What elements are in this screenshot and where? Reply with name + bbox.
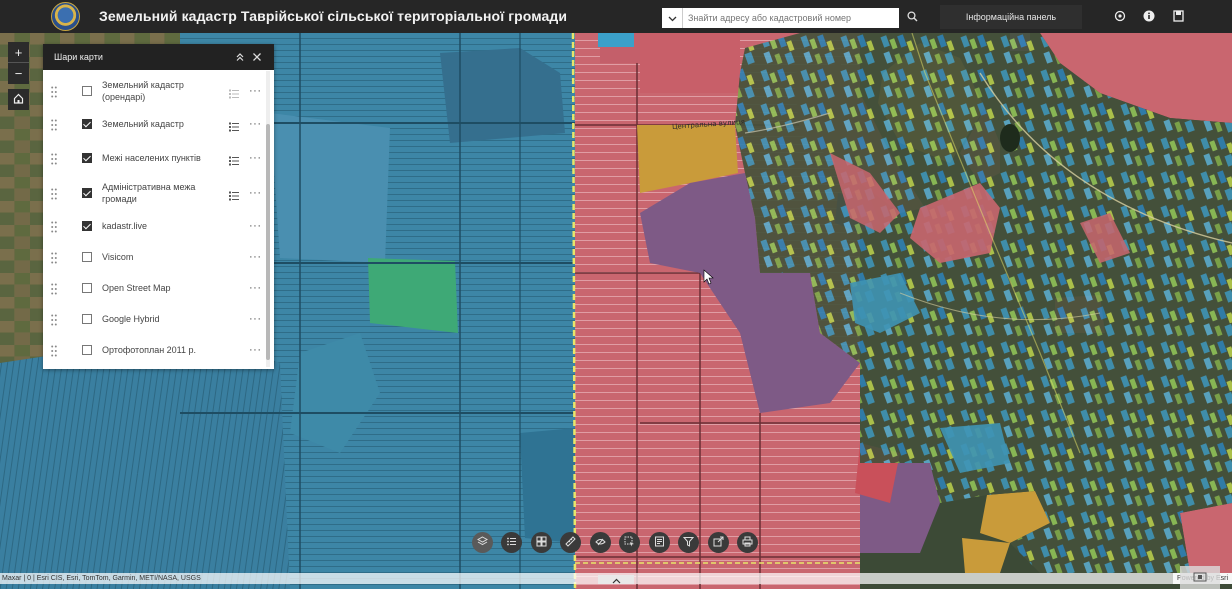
layer-name: Земельний кадастр <box>102 119 184 129</box>
app-window: Земельний кадастр Таврійської сільської … <box>0 0 1232 589</box>
layer-row[interactable]: Google Hybrid ··· <box>43 304 267 334</box>
layer-visibility-checkbox[interactable] <box>82 221 92 231</box>
overview-map-toggle[interactable] <box>1180 566 1220 589</box>
layer-row[interactable]: Земельний кадастр ··· <box>43 109 267 139</box>
layer-name: Google Hybrid <box>102 314 160 324</box>
drag-handle-icon[interactable] <box>51 220 57 233</box>
layer-options-button[interactable]: ··· <box>249 187 262 199</box>
print-icon <box>742 534 753 552</box>
layer-row[interactable]: Межі населених пунктів ··· <box>43 143 267 173</box>
info-icon[interactable] <box>1142 9 1156 23</box>
collapse-up-icon[interactable] <box>234 51 246 63</box>
emblem-logo <box>51 2 80 31</box>
layer-options-button[interactable]: ··· <box>249 313 262 325</box>
layer-visibility-checkbox[interactable] <box>82 153 92 163</box>
drag-handle-icon[interactable] <box>51 313 57 326</box>
search-input[interactable] <box>683 8 899 28</box>
legend-list-tool-button[interactable] <box>501 532 522 553</box>
layer-row[interactable]: kadastr.live ··· <box>43 211 267 241</box>
layers-panel-header: Шари карти <box>43 44 274 70</box>
layer-options-button[interactable]: ··· <box>249 344 262 356</box>
layers-icon <box>476 534 489 552</box>
layer-name: Межі населених пунктів <box>102 153 201 163</box>
basemap-gallery-tool-button[interactable] <box>531 532 552 553</box>
drag-handle-icon[interactable] <box>51 344 57 357</box>
print-preview-icon <box>654 534 665 552</box>
drag-handle-icon[interactable] <box>51 85 57 98</box>
app-title: Земельний кадастр Таврійської сільської … <box>99 8 568 24</box>
search-source-dropdown[interactable] <box>662 8 683 28</box>
sketch-icon <box>595 534 606 552</box>
layer-row[interactable]: Земельний кадастр (орендарі) ··· <box>43 76 267 106</box>
chevron-up-icon <box>612 571 621 589</box>
close-icon[interactable] <box>251 51 263 63</box>
layer-options-button[interactable]: ··· <box>249 85 262 97</box>
zoom-out-button[interactable]: − <box>8 63 29 84</box>
layer-visibility-checkbox[interactable] <box>82 86 92 96</box>
search-icon <box>906 9 918 27</box>
layer-name: Open Street Map <box>102 283 171 293</box>
layer-options-button[interactable]: ··· <box>249 152 262 164</box>
attribution-text: Maxar | 0 | Esri CIS, Esri, TomTom, Garm… <box>2 575 201 582</box>
measure-tool-button[interactable] <box>560 532 581 553</box>
layers-panel-title: Шари карти <box>54 52 103 62</box>
layer-row[interactable]: Visicom ··· <box>43 242 267 272</box>
share-tool-button[interactable] <box>708 532 729 553</box>
layer-visibility-checkbox[interactable] <box>82 252 92 262</box>
layer-visibility-checkbox[interactable] <box>82 283 92 293</box>
layer-name: Земельний кадастр (орендарі) <box>102 80 184 102</box>
legend-list-icon[interactable] <box>229 86 239 99</box>
drag-handle-icon[interactable] <box>51 251 57 264</box>
drag-handle-icon[interactable] <box>51 152 57 165</box>
layer-visibility-checkbox[interactable] <box>82 345 92 355</box>
layer-options-button[interactable]: ··· <box>249 220 262 232</box>
location-icon[interactable] <box>1113 9 1127 23</box>
layer-options-button[interactable]: ··· <box>249 251 262 263</box>
layer-row[interactable]: Open Street Map ··· <box>43 273 267 303</box>
search-button[interactable] <box>901 8 923 28</box>
home-icon <box>13 91 24 109</box>
layer-options-button[interactable]: ··· <box>249 282 262 294</box>
layer-visibility-checkbox[interactable] <box>82 188 92 198</box>
filter-icon <box>682 534 695 552</box>
drag-handle-icon[interactable] <box>51 187 57 200</box>
app-header: Земельний кадастр Таврійської сільської … <box>0 0 1232 33</box>
layers-tool-button[interactable] <box>472 532 493 553</box>
bookmark-icon[interactable] <box>1171 9 1185 23</box>
legend-list-icon[interactable] <box>229 153 239 166</box>
legend-list-icon[interactable] <box>229 188 239 201</box>
layer-row[interactable]: Ортофотоплан 2011 р. ··· <box>43 335 267 365</box>
layer-name: Visicom <box>102 252 134 262</box>
basemap-gallery-icon <box>536 534 547 552</box>
scrollbar-thumb[interactable] <box>266 124 270 360</box>
layer-name: Адміністративна межа громади <box>102 182 196 204</box>
home-button[interactable] <box>8 89 29 110</box>
select-tool-button[interactable] <box>619 532 640 553</box>
print-tool-button[interactable] <box>737 532 758 553</box>
legend-list-icon[interactable] <box>229 119 239 132</box>
filter-tool-button[interactable] <box>678 532 699 553</box>
info-panel-button[interactable]: Інформаційна панель <box>940 5 1082 29</box>
toolbar-collapse-tab[interactable] <box>598 575 634 584</box>
layers-panel: Шари карти Земельний кадастр (орендарі) ·… <box>43 44 274 369</box>
overview-map-icon <box>1193 572 1207 584</box>
zoom-control: + − <box>8 42 29 84</box>
layer-options-button[interactable]: ··· <box>249 118 262 130</box>
search-bar <box>662 8 923 28</box>
measure-icon <box>565 534 576 552</box>
share-icon <box>713 534 724 552</box>
layer-visibility-checkbox[interactable] <box>82 119 92 129</box>
sketch-tool-button[interactable] <box>590 532 611 553</box>
chevron-down-icon <box>668 9 677 27</box>
zoom-in-button[interactable]: + <box>8 42 29 63</box>
print-preview-tool-button[interactable] <box>649 532 670 553</box>
layer-visibility-checkbox[interactable] <box>82 314 92 324</box>
drag-handle-icon[interactable] <box>51 282 57 295</box>
layer-row[interactable]: Адміністративна межа громади ··· <box>43 178 267 208</box>
layer-name: kadastr.live <box>102 221 148 231</box>
select-icon <box>624 534 635 552</box>
drag-handle-icon[interactable] <box>51 118 57 131</box>
layer-name: Ортофотоплан 2011 р. <box>102 345 197 355</box>
legend-list-icon <box>506 534 517 552</box>
